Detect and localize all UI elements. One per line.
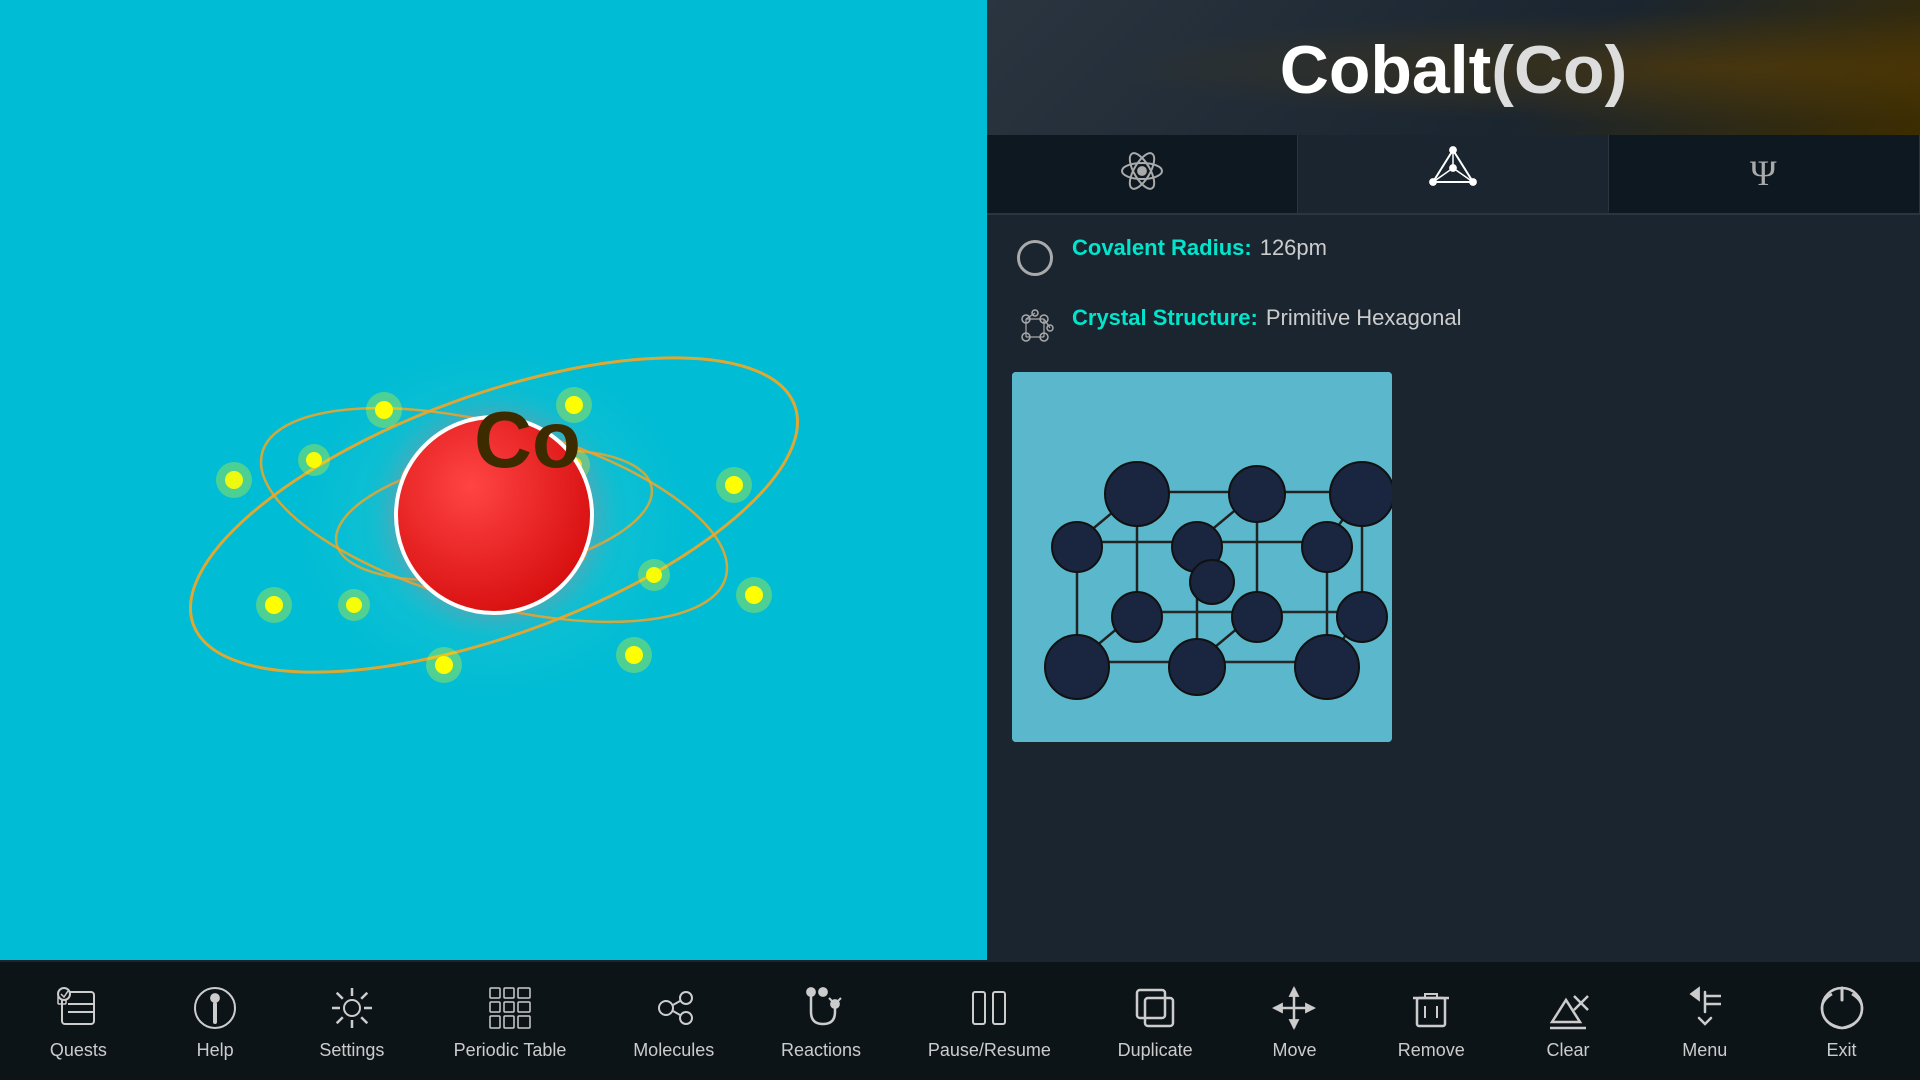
atom-tab-icon — [1116, 145, 1168, 197]
tab-psi[interactable]: Ψ — [1609, 135, 1920, 213]
periodic-table-label: Periodic Table — [454, 1040, 567, 1061]
crystal-structure-text: Crystal Structure: Primitive Hexagonal — [1072, 305, 1461, 331]
toolbar-periodic-table[interactable]: Periodic Table — [439, 974, 582, 1069]
covalent-radius-row: Covalent Radius: 126pm — [1012, 235, 1895, 280]
remove-icon — [1405, 982, 1457, 1034]
structure-icon-svg — [1429, 146, 1477, 194]
toolbar-clear[interactable]: Clear — [1518, 974, 1618, 1069]
pause-resume-icon — [963, 982, 1015, 1034]
info-content: Covalent Radius: 126pm — [987, 215, 1920, 1080]
crystal-structure-image — [1012, 372, 1392, 742]
atom-symbol-label: Co — [474, 394, 581, 486]
tab-atom[interactable] — [987, 135, 1298, 213]
toolbar-help[interactable]: Help — [165, 974, 265, 1069]
quests-label: Quests — [50, 1040, 107, 1061]
psi-icon-svg: Ψ — [1740, 147, 1788, 195]
toolbar-reactions[interactable]: Reactions — [766, 974, 876, 1069]
toolbar-duplicate[interactable]: Duplicate — [1103, 974, 1208, 1069]
toolbar-settings[interactable]: Settings — [302, 974, 402, 1069]
pause-resume-label: Pause/Resume — [928, 1040, 1051, 1061]
duplicate-icon — [1129, 982, 1181, 1034]
main-container: Co Cobalt(Co) — [0, 0, 1920, 1080]
menu-label: Menu — [1682, 1040, 1727, 1061]
crystal-structure-value: Primitive Hexagonal — [1266, 305, 1462, 331]
settings-icon — [326, 982, 378, 1034]
molecules-icon — [648, 982, 700, 1034]
toolbar-pause-resume[interactable]: Pause/Resume — [913, 974, 1066, 1069]
crystal-structure-svg — [1012, 372, 1392, 742]
covalent-radius-label: Covalent Radius: — [1072, 235, 1252, 261]
clear-icon — [1542, 982, 1594, 1034]
toolbar-remove[interactable]: Remove — [1381, 974, 1481, 1069]
toolbar: Quests Help Settings Periodic Table Mole… — [0, 960, 1920, 1080]
crystal-icon-svg — [1016, 309, 1054, 347]
exit-icon — [1816, 982, 1868, 1034]
help-label: Help — [197, 1040, 234, 1061]
menu-icon — [1679, 982, 1731, 1034]
settings-label: Settings — [319, 1040, 384, 1061]
element-name-heading: Cobalt(Co) — [1280, 31, 1627, 109]
element-symbol-paren: (Co) — [1491, 32, 1627, 108]
right-panel: Cobalt(Co) — [987, 0, 1920, 1080]
toolbar-exit[interactable]: Exit — [1792, 974, 1892, 1069]
move-icon — [1268, 982, 1320, 1034]
duplicate-label: Duplicate — [1118, 1040, 1193, 1061]
element-name-text: Cobalt — [1280, 32, 1492, 108]
toolbar-molecules[interactable]: Molecules — [618, 974, 729, 1069]
atom-panel: Co — [0, 0, 987, 1080]
clear-label: Clear — [1546, 1040, 1589, 1061]
psi-tab-icon: Ψ — [1738, 145, 1790, 197]
help-icon — [189, 982, 241, 1034]
covalent-radius-value: 126pm — [1260, 235, 1327, 261]
toolbar-move[interactable]: Move — [1244, 974, 1344, 1069]
atom-visualization: Co — [154, 265, 834, 765]
covalent-radius-text: Covalent Radius: 126pm — [1072, 235, 1895, 261]
molecules-label: Molecules — [633, 1040, 714, 1061]
circle-icon — [1017, 240, 1053, 276]
tab-structure[interactable] — [1298, 135, 1609, 213]
structure-tab-icon — [1427, 144, 1479, 196]
reactions-label: Reactions — [781, 1040, 861, 1061]
move-label: Move — [1272, 1040, 1316, 1061]
exit-label: Exit — [1827, 1040, 1857, 1061]
crystal-structure-label: Crystal Structure: — [1072, 305, 1258, 331]
reactions-icon — [795, 982, 847, 1034]
tab-bar: Ψ — [987, 135, 1920, 215]
toolbar-quests[interactable]: Quests — [28, 974, 128, 1069]
element-title: Cobalt(Co) — [987, 0, 1920, 135]
remove-label: Remove — [1398, 1040, 1465, 1061]
periodic-table-icon — [484, 982, 536, 1034]
svg-text:Ψ: Ψ — [1750, 153, 1777, 193]
atom-icon-svg — [1118, 147, 1166, 195]
covalent-radius-icon — [1012, 235, 1057, 280]
toolbar-menu[interactable]: Menu — [1655, 974, 1755, 1069]
quests-icon — [52, 982, 104, 1034]
crystal-structure-icon — [1012, 305, 1057, 350]
crystal-structure-row: Crystal Structure: Primitive Hexagonal — [1012, 305, 1895, 742]
